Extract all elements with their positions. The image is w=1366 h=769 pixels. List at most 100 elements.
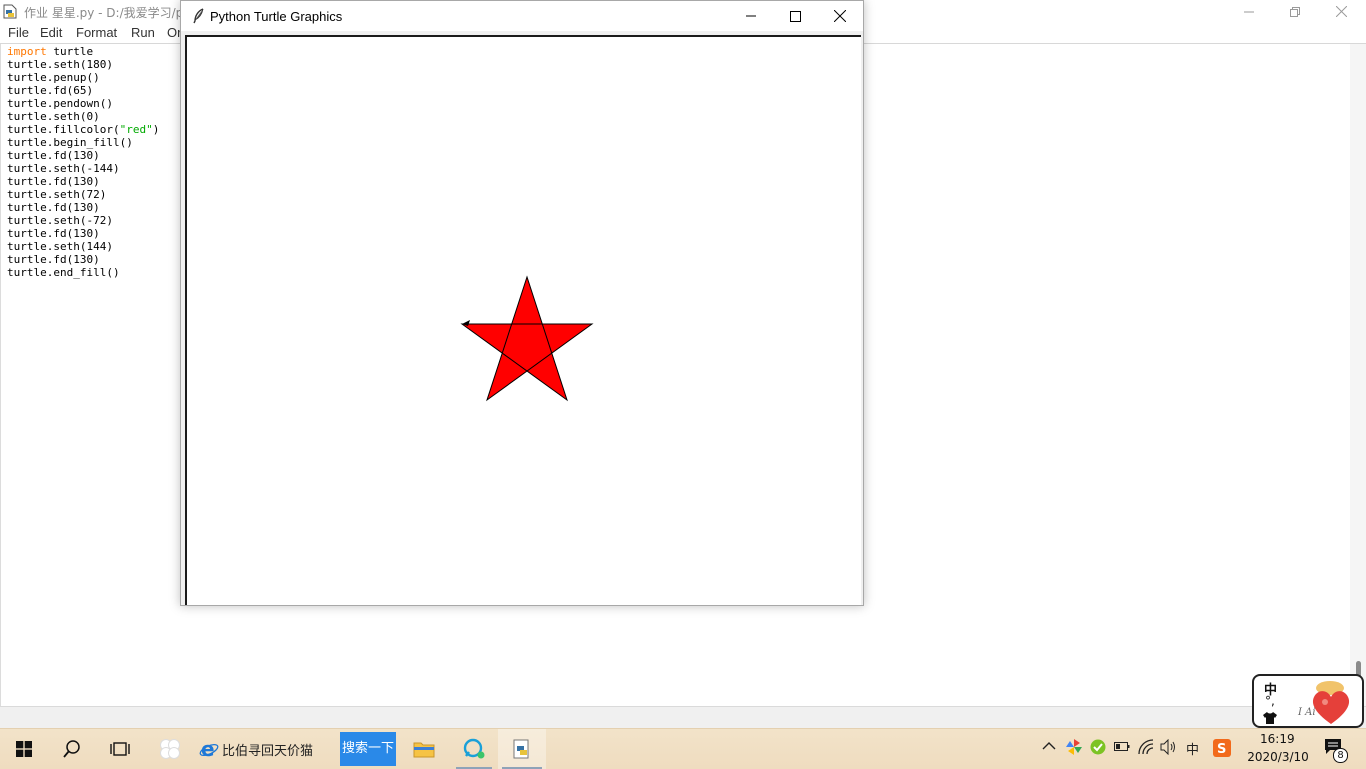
code-line: turtle.seth(-72) [7, 214, 159, 227]
menu-file[interactable]: File [8, 25, 29, 40]
tray-battery[interactable] [1114, 740, 1130, 756]
folder-icon [413, 742, 435, 758]
taskbar: e 比伯寻回天价猫 搜索一下 中 S 16:19 2020/3/10 8 [0, 728, 1366, 769]
code-line: turtle.fd(130) [7, 149, 159, 162]
internet-explorer-icon: e [199, 739, 219, 759]
tray-volume[interactable] [1160, 738, 1178, 759]
flower-app-icon [160, 739, 180, 759]
search-taskbar-button[interactable] [48, 729, 96, 769]
search-icon [63, 740, 80, 758]
menu-format[interactable]: Format [76, 25, 117, 40]
turtle-titlebar[interactable]: Python Turtle Graphics [181, 1, 863, 31]
sogou-input-icon: S [1213, 739, 1231, 757]
code-line: turtle.seth(0) [7, 110, 159, 123]
skin-shirt-icon[interactable] [1263, 712, 1277, 724]
tray-sogou[interactable]: S [1213, 739, 1231, 761]
code-line: turtle.pendown() [7, 97, 159, 110]
task-view-icon [110, 742, 130, 756]
code-token: turtle.fd(130) [7, 253, 100, 266]
tray-pinwheel[interactable] [1066, 739, 1082, 759]
code-token: turtle.seth(0) [7, 110, 100, 123]
editor-window-title: 作业 星星.py - D:/我爱学习/p [24, 6, 184, 20]
turtle-window-title: Python Turtle Graphics [210, 9, 343, 24]
code-line: turtle.fd(130) [7, 253, 159, 266]
code-line: turtle.begin_fill() [7, 136, 159, 149]
close-icon [1335, 5, 1347, 18]
windows-logo-icon [16, 741, 32, 757]
code-token: turtle.pendown() [7, 97, 113, 110]
code-line: turtle.fd(130) [7, 175, 159, 188]
ime-punctuation-indicator[interactable]: °, [1265, 694, 1275, 708]
code-line: turtle.fd(65) [7, 84, 159, 97]
ime-status-widget[interactable]: 中 °, I Ai [1252, 674, 1364, 728]
turtle-graphics-window: Python Turtle Graphics [180, 0, 864, 606]
editor-minimize-button[interactable] [1226, 0, 1272, 24]
start-button[interactable] [0, 729, 48, 769]
turtle-minimize-button[interactable] [728, 1, 774, 31]
close-icon [834, 10, 846, 22]
code-token: turtle.seth(180) [7, 58, 113, 71]
pinwheel-icon [1066, 739, 1082, 755]
chevron-up-icon [1042, 742, 1056, 750]
ie-news-button[interactable]: e 比伯寻回天价猫 [196, 729, 338, 769]
code-token: turtle.end_fill() [7, 266, 120, 279]
code-string: "red" [119, 123, 153, 136]
action-center-button[interactable]: 8 [1324, 738, 1348, 763]
restore-icon [1290, 7, 1300, 17]
code-token: turtle.fd(130) [7, 227, 100, 240]
code-line: turtle.seth(72) [7, 188, 159, 201]
code-keyword: import [7, 45, 47, 58]
maximize-icon [789, 10, 801, 22]
code-line: import turtle [7, 45, 159, 58]
task-view-button[interactable] [96, 729, 144, 769]
heart-mascot-icon [1312, 681, 1350, 724]
chat-bubble-icon [463, 738, 485, 759]
python-file-icon [3, 4, 17, 19]
update-shield-icon [1090, 739, 1106, 755]
clock-date[interactable]: 2020/3/10 [1245, 750, 1311, 764]
ime-skin-signature: I Ai [1298, 707, 1316, 718]
menu-edit[interactable]: Edit [40, 25, 62, 40]
turtle-drawing [460, 275, 594, 402]
clock-time[interactable]: 16:19 [1260, 732, 1295, 746]
feather-icon [193, 8, 204, 24]
code-line: turtle.end_fill() [7, 266, 159, 279]
code-token: turtle.seth(-72) [7, 214, 113, 227]
file-explorer-button[interactable] [400, 729, 448, 769]
editor-close-button[interactable] [1318, 0, 1364, 24]
code-line: turtle.seth(180) [7, 58, 159, 71]
editor-restore-button[interactable] [1272, 0, 1318, 24]
code-token: turtle.fd(130) [7, 175, 100, 188]
speaker-icon [1160, 738, 1175, 756]
app-launcher-button[interactable] [146, 729, 194, 769]
show-hidden-icons-button[interactable] [1042, 739, 1056, 757]
chat-app-button[interactable] [450, 729, 498, 769]
tray-ime-indicator[interactable]: 中 [1186, 739, 1199, 758]
turtle-canvas[interactable] [185, 35, 861, 605]
code-line: turtle.seth(144) [7, 240, 159, 253]
battery-icon [1114, 742, 1130, 751]
code-token: turtle.seth(72) [7, 188, 107, 201]
code-line: turtle.penup() [7, 71, 159, 84]
tray-update[interactable] [1090, 739, 1106, 759]
code-token: turtle.fillcolor( [7, 123, 120, 136]
code-token: turtle.seth(-144) [7, 162, 120, 175]
minimize-icon [746, 15, 756, 17]
editor-status-bar [0, 706, 1366, 729]
search-news-button[interactable]: 搜索一下 [340, 732, 396, 766]
code-token: turtle.begin_fill() [7, 136, 133, 149]
code-line: turtle.seth(-144) [7, 162, 159, 175]
python-idle-button[interactable] [498, 729, 546, 769]
code-token: turtle.fd(130) [7, 201, 100, 214]
menu-run[interactable]: Run [131, 25, 155, 40]
turtle-maximize-button[interactable] [772, 1, 818, 31]
tray-network[interactable] [1138, 739, 1154, 759]
code-line: turtle.fillcolor("red") [7, 123, 159, 136]
code-token: ) [152, 123, 160, 136]
notification-count-badge: 8 [1333, 748, 1348, 763]
turtle-close-button[interactable] [817, 1, 863, 31]
minimize-icon [1244, 11, 1254, 13]
editor-scrollbar[interactable] [1350, 44, 1366, 706]
code-token: turtle.penup() [7, 71, 100, 84]
wifi-icon [1138, 739, 1154, 755]
